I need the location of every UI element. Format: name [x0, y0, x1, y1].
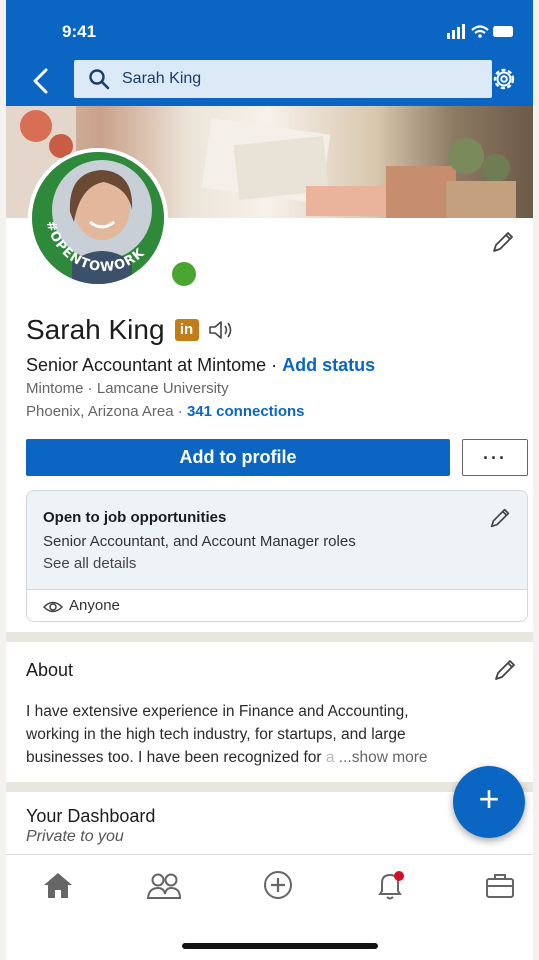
settings-gear-icon[interactable] — [489, 64, 519, 94]
name-row: Sarah King in — [26, 312, 237, 348]
profile-photo-group[interactable]: #OPENTOWORK — [28, 148, 208, 290]
profile-screen: 9:41 Sarah King #OPENTOWORK Sarah King i… — [6, 0, 533, 960]
plus-icon: + — [478, 778, 500, 819]
jobs-icon[interactable] — [480, 867, 520, 903]
headline-text: Senior Accountant at Mintome — [26, 355, 267, 375]
otw-title: Open to job opportunities — [43, 509, 227, 526]
about-line-3: businesses too. I have been recognized f… — [26, 746, 526, 769]
eye-icon — [43, 601, 63, 613]
status-time: 9:41 — [62, 22, 97, 41]
about-heading: About — [26, 660, 74, 680]
bottom-tab-bar — [6, 854, 533, 914]
notification-dot — [394, 871, 404, 881]
headline-separator: · — [266, 355, 283, 375]
top-bar: 9:41 Sarah King — [6, 0, 533, 106]
open-to-work-card[interactable]: Open to job opportunities Senior Account… — [26, 490, 528, 622]
about-line-1: I have extensive experience in Finance a… — [26, 703, 409, 720]
search-icon — [89, 69, 110, 90]
notifications-icon[interactable] — [370, 867, 410, 903]
otw-visibility: Anyone — [69, 597, 120, 614]
home-icon[interactable] — [38, 867, 78, 903]
about-line-2: working in the high tech industry, for s… — [26, 726, 406, 743]
edit-intro-pencil-icon[interactable] — [489, 228, 517, 256]
home-indicator[interactable] — [182, 943, 378, 949]
more-actions-button[interactable]: ··· — [462, 439, 528, 476]
back-button[interactable] — [26, 64, 56, 98]
about-summary: I have extensive experience in Finance a… — [26, 700, 526, 769]
profile-location-row: Phoenix, Arizona Area · 341 connections — [26, 403, 305, 420]
about-line-3-text: businesses too. I have been recognized f… — [26, 749, 326, 766]
online-status-dot — [168, 258, 200, 290]
show-more-link[interactable]: ...show more — [334, 749, 428, 766]
post-icon[interactable] — [258, 867, 298, 903]
open-to-work-label: #OPENTOWORK — [43, 219, 147, 275]
dashboard-subtitle: Private to you — [26, 828, 124, 845]
location-separator: · — [173, 403, 187, 420]
add-status-link[interactable]: Add status — [282, 355, 375, 375]
edit-about-pencil-icon[interactable] — [491, 656, 519, 684]
search-input[interactable]: Sarah King — [74, 60, 492, 98]
linkedin-premium-badge: in — [174, 319, 199, 341]
connections-link[interactable]: 341 connections — [187, 403, 305, 420]
profile-name: Sarah King — [26, 314, 165, 345]
open-to-work-frame: #OPENTOWORK — [43, 219, 148, 275]
profile-headline: Senior Accountant at Mintome · Add statu… — [26, 355, 375, 376]
profile-education: Mintome · Lamcane University — [26, 380, 229, 397]
more-icon: ··· — [483, 448, 507, 468]
otw-roles: Senior Accountant, and Account Manager r… — [43, 533, 356, 550]
dashboard-heading: Your Dashboard — [26, 806, 156, 826]
see-all-details-link[interactable]: See all details — [43, 555, 136, 572]
profile-location: Phoenix, Arizona Area — [26, 403, 174, 420]
name-pronunciation-speaker-icon[interactable] — [207, 319, 237, 341]
edit-otw-pencil-icon[interactable] — [487, 505, 513, 531]
search-query: Sarah King — [122, 70, 202, 87]
add-to-profile-button[interactable]: Add to profile — [26, 439, 450, 476]
status-icons — [447, 24, 513, 39]
my-network-icon[interactable] — [144, 867, 184, 903]
section-divider — [6, 632, 533, 642]
svg-text:#OPENTOWORK: #OPENTOWORK — [43, 219, 148, 275]
otw-visibility-row: Anyone — [27, 589, 527, 621]
create-post-fab[interactable]: + — [453, 766, 525, 838]
